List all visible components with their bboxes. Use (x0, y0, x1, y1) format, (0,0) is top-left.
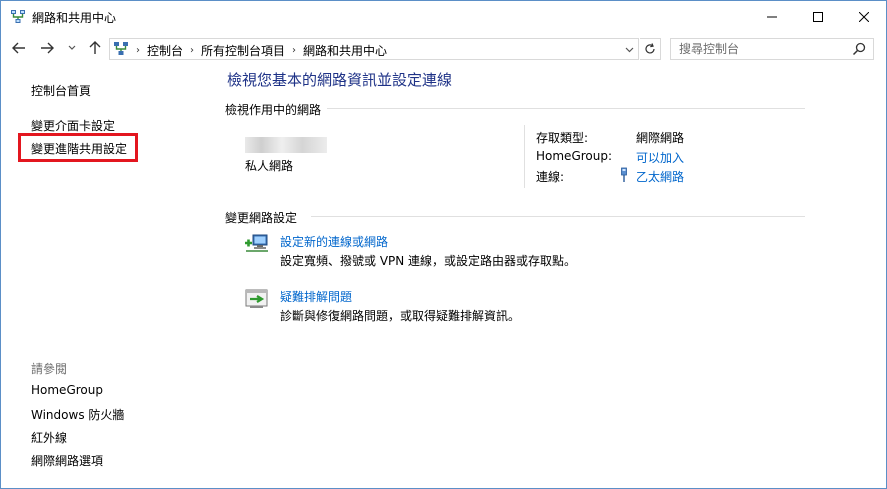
change-network-settings-header: 變更網路設定 (225, 209, 304, 226)
minimize-icon (767, 16, 777, 17)
highlight-box (18, 133, 138, 162)
homegroup-label: HomeGroup: (536, 149, 613, 163)
active-networks-header: 檢視作用中的網路 (225, 101, 328, 118)
arrow-up-icon (89, 41, 101, 54)
main-content: 檢視您基本的網路資訊並設定連線 檢視作用中的網路 私人網路 存取類型: 網際網路… (211, 64, 886, 488)
setup-new-connection-link[interactable]: 設定新的連線或網路 (280, 233, 388, 250)
address-bar[interactable]: › 控制台 › 所有控制台項目 › 網路和共用中心 (109, 38, 639, 60)
network-center-icon (11, 10, 25, 23)
ethernet-connection-link[interactable]: 乙太網路 (636, 168, 684, 185)
breadcrumb-separator[interactable]: › (292, 45, 296, 56)
refresh-icon (645, 43, 655, 54)
homegroup-link[interactable]: HomeGroup (31, 383, 103, 397)
breadcrumb-network-center[interactable]: 網路和共用中心 (303, 42, 387, 59)
troubleshoot-icon[interactable] (244, 287, 270, 311)
vertical-divider (524, 125, 525, 188)
breadcrumb-separator[interactable]: › (136, 45, 140, 56)
troubleshoot-problems-description: 診斷與修復網路問題，或取得疑難排解資訊。 (280, 309, 521, 323)
address-dropdown-button[interactable] (622, 42, 636, 58)
forward-button[interactable] (37, 38, 57, 58)
access-type-value: 網際網路 (636, 131, 685, 145)
control-panel-home-link[interactable]: 控制台首頁 (31, 82, 91, 99)
close-button[interactable] (841, 1, 887, 32)
network-type-label: 私人網路 (245, 159, 294, 173)
network-name-redacted (245, 137, 327, 153)
chevron-down-icon (68, 45, 76, 50)
recent-locations-button[interactable] (65, 38, 79, 58)
refresh-button[interactable] (640, 38, 661, 60)
arrow-left-icon (12, 42, 25, 54)
search-input[interactable] (679, 41, 839, 57)
arrow-right-icon (41, 42, 54, 54)
maximize-button[interactable] (795, 1, 841, 32)
back-button[interactable] (9, 38, 29, 58)
task-pane: 控制台首頁 變更介面卡設定 變更進階共用設定 請參閱 HomeGroup Win… (1, 64, 211, 488)
infrared-link[interactable]: 紅外線 (31, 429, 67, 446)
access-type-label: 存取類型: (536, 131, 589, 145)
window: 網路和共用中心 › 控制台 › 所有控制台項目 › 網路和共用中心 搜尋控制台 … (0, 0, 887, 489)
search-box[interactable] (670, 38, 874, 60)
windows-firewall-link[interactable]: Windows 防火牆 (31, 406, 124, 423)
breadcrumb-all-items[interactable]: 所有控制台項目 (201, 42, 285, 59)
homegroup-join-link[interactable]: 可以加入 (636, 149, 684, 166)
up-button[interactable] (85, 38, 105, 58)
breadcrumb-control-panel[interactable]: 控制台 (147, 42, 183, 59)
minimize-button[interactable] (749, 1, 795, 32)
chevron-down-icon (625, 47, 633, 53)
change-adapter-settings-link[interactable]: 變更介面卡設定 (31, 117, 115, 134)
see-also-heading: 請參閱 (31, 362, 68, 376)
section-divider (311, 216, 805, 217)
section-divider (323, 108, 805, 109)
navigation-bar: › 控制台 › 所有控制台項目 › 網路和共用中心 (1, 32, 886, 64)
title-bar[interactable]: 網路和共用中心 (1, 1, 886, 32)
network-center-icon (114, 42, 128, 55)
maximize-icon (813, 11, 823, 22)
breadcrumb: › 控制台 › 所有控制台項目 › 網路和共用中心 (136, 42, 387, 59)
search-icon[interactable] (852, 42, 866, 56)
breadcrumb-separator[interactable]: › (190, 45, 194, 56)
window-title: 網路和共用中心 (32, 11, 117, 25)
connections-label: 連線: (536, 170, 565, 184)
internet-options-link[interactable]: 網際網路選項 (31, 452, 103, 469)
new-connection-icon[interactable] (244, 231, 270, 255)
ethernet-icon[interactable] (619, 167, 629, 183)
close-icon (859, 11, 869, 22)
setup-new-connection-description: 設定寬頻、撥號或 VPN 連線，或設定路由器或存取點。 (280, 254, 577, 268)
page-title: 檢視您基本的網路資訊並設定連線 (227, 71, 453, 89)
troubleshoot-problems-link[interactable]: 疑難排解問題 (280, 288, 352, 305)
